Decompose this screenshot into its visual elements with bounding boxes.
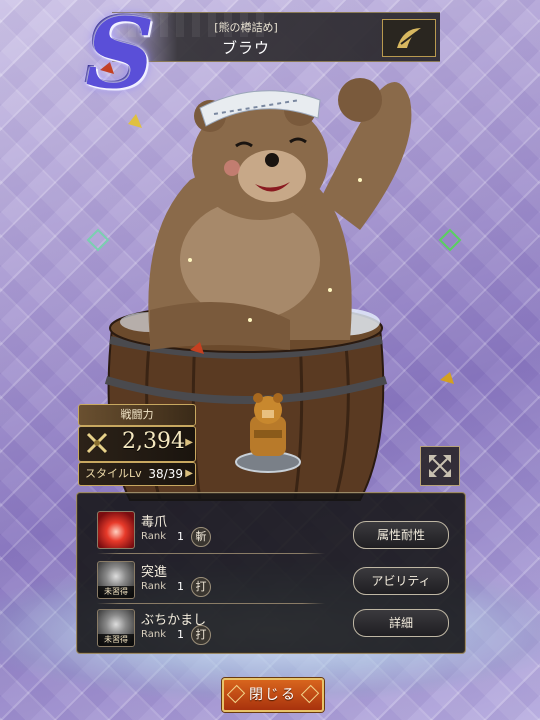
- unlearned-badge: 未習得: [98, 634, 134, 646]
- style-level-value: 38/39: [148, 467, 183, 481]
- bear: [148, 78, 412, 350]
- power-value: 2,394: [122, 429, 185, 454]
- leaf: [440, 372, 454, 384]
- skills-panel: 毒爪 Rank 1 斬 未習得 突進 Rank 1 打 未習得 ぶちかまし Ra…: [76, 492, 466, 654]
- skill-rank-value: 1: [177, 580, 184, 593]
- bash-icon: 未習得: [97, 609, 135, 647]
- detail-button[interactable]: 詳細: [353, 609, 449, 637]
- close-button-label: 閉じる: [249, 687, 297, 703]
- character-sprite: [235, 393, 301, 473]
- expand-view-button[interactable]: [420, 446, 460, 486]
- attack-type-slash-icon: 斬: [191, 527, 211, 547]
- attack-type-strike-icon: 打: [191, 577, 211, 597]
- weapon-emblem-icon[interactable]: [382, 19, 436, 57]
- skill-item[interactable]: 未習得 突進 Rank 1 打: [97, 559, 325, 601]
- skill-rank-label: Rank: [141, 581, 166, 592]
- sparkle: [438, 228, 462, 252]
- skill-name: 毒爪: [141, 515, 168, 530]
- expand-arrows-icon: [429, 455, 451, 477]
- skill-rank-label: Rank: [141, 629, 166, 640]
- power-box: 2,394 ▶: [78, 426, 196, 462]
- skill-rank-label: Rank: [141, 531, 166, 542]
- ornament-icon: [226, 684, 246, 704]
- ability-button[interactable]: アビリティ: [353, 567, 449, 595]
- charge-icon: 未習得: [97, 561, 135, 599]
- skill-item[interactable]: 未習得 ぶちかまし Rank 1 打: [97, 607, 325, 649]
- skill-rank-value: 1: [177, 628, 184, 641]
- style-rank-logo: S: [85, 0, 155, 110]
- claw-icon: [97, 511, 135, 549]
- skill-item[interactable]: 毒爪 Rank 1 斬: [97, 509, 325, 551]
- crossed-swords-icon: [86, 432, 108, 454]
- style-level-box[interactable]: スタイルLv 38/39 ▶: [78, 462, 196, 486]
- style-level-label: スタイルLv: [85, 467, 142, 480]
- chevron-right-icon: ▶: [185, 468, 193, 479]
- unlearned-badge: 未習得: [98, 586, 134, 598]
- power-label: 戦闘力: [78, 404, 196, 426]
- skill-rank-value: 1: [177, 530, 184, 543]
- stats-panel: 戦闘力 2,394 ▶ スタイルLv 38/39 ▶: [78, 404, 196, 486]
- chevron-right-icon: ▶: [185, 437, 193, 448]
- ornament-icon: [300, 684, 320, 704]
- attribute-resistance-button[interactable]: 属性耐性: [353, 521, 449, 549]
- attack-type-strike-icon: 打: [191, 625, 211, 645]
- style-header: [熊の樽詰め] ブラウ: [112, 12, 440, 62]
- skill-name: 突進: [141, 565, 168, 580]
- skill-divider: [97, 553, 325, 554]
- skill-divider: [97, 603, 325, 604]
- close-button[interactable]: 閉じる: [222, 678, 324, 712]
- leaf: [128, 114, 142, 128]
- sparkle: [86, 228, 110, 252]
